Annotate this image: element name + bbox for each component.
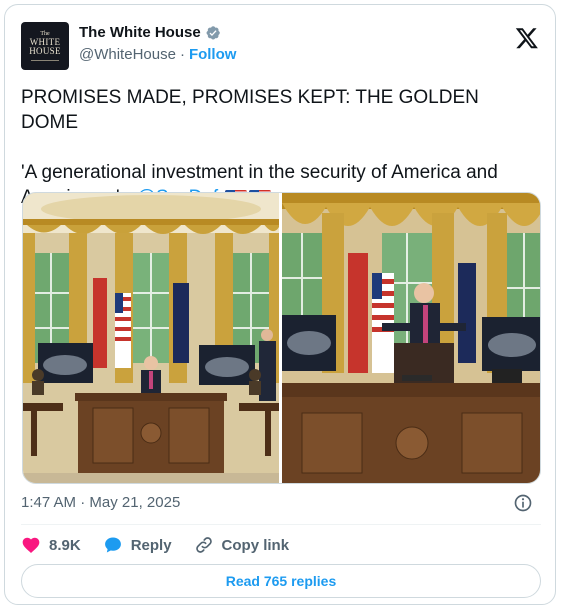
reply-label: Reply (130, 536, 172, 554)
tweet-time: 1:47 AM (21, 494, 77, 511)
tweet-date: May 21, 2025 (89, 494, 181, 511)
reply-button[interactable]: Reply (103, 535, 172, 555)
handle-row: @WhiteHouse · Follow (79, 46, 236, 63)
tweet-headline: PROMISES MADE, PROMISES KEPT: THE GOLDEN… (21, 87, 479, 133)
tweet-header: The WHITE HOUSE The White House @WhiteHo… (21, 20, 541, 76)
avatar-rule (31, 60, 59, 61)
like-count: 8.9K (49, 536, 81, 554)
follow-button[interactable]: Follow (189, 46, 237, 63)
photo-oval-office-wide[interactable] (23, 193, 279, 483)
timestamp-separator: · (80, 494, 86, 511)
copy-link-label: Copy link (221, 536, 290, 554)
name-row: The White House (79, 24, 221, 41)
tweet-card: The WHITE HOUSE The White House @WhiteHo… (4, 4, 556, 605)
display-name[interactable]: The White House (79, 24, 201, 41)
tweet-timestamp[interactable]: 1:47 AM · May 21, 2025 (21, 494, 180, 511)
tweet-actions: 8.9K Reply Copy link (21, 533, 311, 557)
read-replies-button[interactable]: Read 765 replies (21, 564, 541, 598)
info-icon[interactable] (513, 493, 533, 513)
like-button[interactable]: 8.9K (21, 535, 81, 555)
photo-oval-office-wide-illustration (23, 193, 279, 483)
avatar-text-house: HOUSE (29, 46, 61, 56)
tweet-media (22, 192, 541, 484)
photo-oval-office-closeup[interactable] (282, 193, 540, 483)
copy-link-button[interactable]: Copy link (194, 535, 290, 555)
reply-bubble-icon (104, 537, 121, 553)
photo-oval-office-closeup-illustration (282, 193, 540, 483)
handle[interactable]: @WhiteHouse (79, 46, 176, 63)
verified-badge-icon (206, 25, 220, 40)
divider (21, 524, 541, 525)
x-logo-icon[interactable] (515, 26, 539, 50)
avatar[interactable]: The WHITE HOUSE (21, 22, 69, 70)
handle-separator: · (179, 46, 185, 63)
link-icon (195, 537, 212, 553)
heart-icon (22, 537, 40, 553)
